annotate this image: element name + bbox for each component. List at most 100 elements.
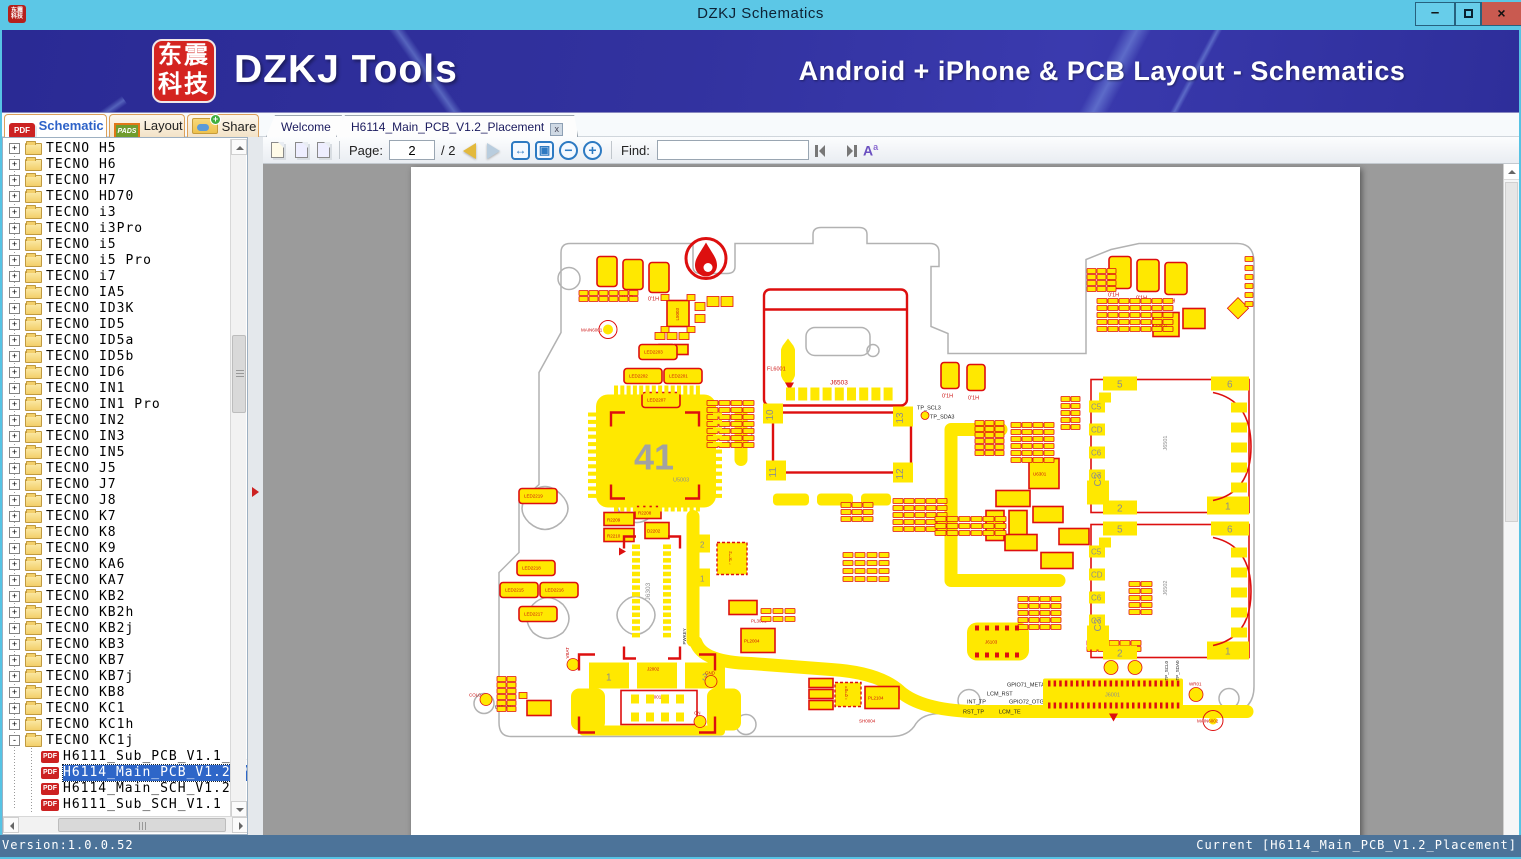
zoom-in-button[interactable]: + (583, 141, 602, 160)
document-canvas[interactable]: 41 U5003 SH003 FL6001 J6503 (263, 164, 1519, 835)
copy-page-icon[interactable] (269, 141, 289, 160)
expander-icon[interactable]: + (9, 575, 20, 586)
tree-folder-item[interactable]: + TECNO IN5 (3, 445, 231, 461)
tree-folder-item[interactable]: + TECNO HD70 (3, 189, 231, 205)
expander-icon[interactable]: + (9, 223, 20, 234)
tree-folder-item[interactable]: + TECNO ID3K (3, 301, 231, 317)
tree-folder-item[interactable]: + TECNO i3Pro (3, 221, 231, 237)
expander-icon[interactable]: + (9, 607, 20, 618)
tree-folder-item[interactable]: + TECNO i7 (3, 269, 231, 285)
tree-folder-item[interactable]: + TECNO K9 (3, 541, 231, 557)
tab-close-icon[interactable]: x (550, 123, 563, 136)
page-number-input[interactable] (389, 140, 435, 160)
scroll-left-arrow[interactable] (3, 817, 19, 833)
sidebar-horizontal-scrollbar[interactable] (3, 816, 247, 833)
close-button[interactable]: × (1481, 2, 1521, 26)
tree-document-item[interactable]: PDF H6111_Sub_SCH_V1.1 (3, 797, 231, 813)
tree-folder-item[interactable]: + TECNO i5 (3, 237, 231, 253)
prev-page-button[interactable] (463, 143, 476, 159)
tree-folder-item[interactable]: + TECNO KC1 (3, 701, 231, 717)
expander-icon[interactable]: + (9, 527, 20, 538)
minimize-button[interactable]: – (1415, 2, 1455, 26)
scroll-right-arrow[interactable] (232, 817, 247, 833)
tree-folder-item[interactable]: + TECNO H5 (3, 141, 231, 157)
tree-folder-item[interactable]: + TECNO K7 (3, 509, 231, 525)
next-page-button[interactable] (487, 143, 500, 159)
tree-folder-item[interactable]: + TECNO H7 (3, 173, 231, 189)
tree-folder-item[interactable]: + TECNO i3 (3, 205, 231, 221)
expander-icon[interactable]: + (9, 207, 20, 218)
tree-document-item[interactable]: PDF H6114_Main_SCH_V1.2 (3, 781, 231, 797)
sidebar-vertical-scrollbar[interactable] (230, 139, 247, 817)
tree-folder-item[interactable]: + TECNO KB8 (3, 685, 231, 701)
tree-folder-item[interactable]: + TECNO K8 (3, 525, 231, 541)
tree-folder-item[interactable]: + TECNO IN3 (3, 429, 231, 445)
find-previous-icon[interactable] (815, 145, 833, 157)
pdf-page[interactable]: 41 U5003 SH003 FL6001 J6503 (411, 167, 1360, 835)
tree-document-item[interactable]: PDF H6111_Sub_PCB_V1.1_Placement (3, 749, 247, 765)
expander-icon[interactable]: + (9, 255, 20, 266)
scroll-thumb[interactable] (1505, 182, 1518, 522)
tab-share[interactable]: + Share (187, 114, 259, 137)
tree-folder-item[interactable]: + TECNO ID5a (3, 333, 231, 349)
tree-folder-item[interactable]: + TECNO J5 (3, 461, 231, 477)
find-input[interactable] (657, 140, 809, 160)
rotate-left-icon[interactable] (293, 141, 313, 160)
tree-folder-item[interactable]: + TECNO ID5b (3, 349, 231, 365)
tree-folder-item[interactable]: + TECNO IN2 (3, 413, 231, 429)
expander-icon[interactable]: + (9, 175, 20, 186)
maximize-button[interactable] (1455, 2, 1481, 26)
scroll-down-arrow[interactable] (231, 801, 247, 817)
expander-icon[interactable]: + (9, 335, 20, 346)
tree-folder-item[interactable]: + TECNO KB2 (3, 589, 231, 605)
tree-folder-item[interactable]: + TECNO KB2j (3, 621, 231, 637)
fit-width-button[interactable]: ↔ (511, 141, 530, 160)
expander-icon[interactable]: + (9, 287, 20, 298)
expander-icon[interactable]: + (9, 719, 20, 730)
doc-tab-placement[interactable]: H6114_Main_PCB_V1.2_Placement x (336, 115, 578, 137)
tree-folder-item[interactable]: + TECNO KB7j (3, 669, 231, 685)
expander-icon[interactable]: - (9, 735, 20, 746)
scroll-up-arrow[interactable] (231, 139, 247, 155)
expander-icon[interactable]: + (9, 191, 20, 202)
expander-icon[interactable]: + (9, 431, 20, 442)
tab-layout[interactable]: PADS Layout (109, 114, 185, 140)
expander-icon[interactable]: + (9, 639, 20, 650)
expander-icon[interactable]: + (9, 303, 20, 314)
tree-folder-item[interactable]: + TECNO ID6 (3, 365, 231, 381)
expander-icon[interactable]: + (9, 447, 20, 458)
tree-folder-item[interactable]: + TECNO IA5 (3, 285, 231, 301)
expander-icon[interactable]: + (9, 687, 20, 698)
rotate-right-icon[interactable] (315, 141, 335, 160)
tree-folder-item[interactable]: + TECNO J7 (3, 477, 231, 493)
zoom-out-button[interactable]: − (559, 141, 578, 160)
expander-icon[interactable]: + (9, 703, 20, 714)
expander-icon[interactable]: + (9, 671, 20, 682)
tree-folder-item[interactable]: + TECNO KA7 (3, 573, 231, 589)
expander-icon[interactable]: + (9, 543, 20, 554)
tree-folder-item[interactable]: + TECNO J8 (3, 493, 231, 509)
expander-icon[interactable]: + (9, 479, 20, 490)
tree-folder-item[interactable]: + TECNO KA6 (3, 557, 231, 573)
expander-icon[interactable]: + (9, 383, 20, 394)
expander-icon[interactable]: + (9, 143, 20, 154)
expander-icon[interactable]: + (9, 559, 20, 570)
expander-icon[interactable]: + (9, 271, 20, 282)
expander-icon[interactable]: + (9, 591, 20, 602)
match-case-icon[interactable]: Aa (863, 142, 878, 159)
tree-folder-item[interactable]: + TECNO ID5 (3, 317, 231, 333)
panel-splitter[interactable] (249, 137, 263, 835)
expander-icon[interactable]: + (9, 399, 20, 410)
expander-icon[interactable]: + (9, 495, 20, 506)
viewer-vertical-scrollbar[interactable] (1503, 164, 1519, 835)
scroll-up-arrow[interactable] (1504, 164, 1519, 180)
tab-schematic[interactable]: PDF Schematic (4, 114, 107, 139)
tree-document-item[interactable]: PDFH6114_Main_PCB_V1.2_Placement (3, 764, 247, 782)
doc-tab-welcome[interactable]: Welcome (266, 115, 346, 137)
find-next-icon[interactable] (839, 145, 857, 157)
expander-icon[interactable]: + (9, 351, 20, 362)
expander-icon[interactable]: + (9, 319, 20, 330)
expander-icon[interactable]: + (9, 239, 20, 250)
tree-folder-item[interactable]: + TECNO IN1 (3, 381, 231, 397)
tree-folder-item[interactable]: + TECNO H6 (3, 157, 231, 173)
